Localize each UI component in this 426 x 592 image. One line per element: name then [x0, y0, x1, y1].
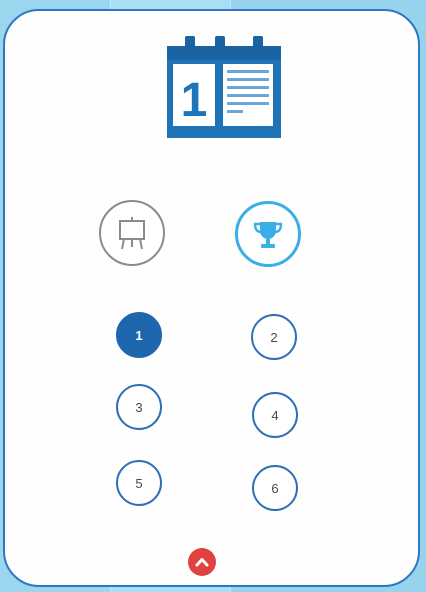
level-label: 6 [271, 480, 279, 496]
calendar-day-number: 1 [181, 74, 208, 127]
level-label: 5 [135, 475, 143, 491]
level-label: 2 [270, 329, 278, 345]
calendar-icon: 1 [167, 36, 281, 138]
level-button-3[interactable]: 3 [116, 384, 162, 430]
level-button-5[interactable]: 5 [116, 460, 162, 506]
lesson-mode-button[interactable] [99, 200, 165, 266]
level-button-1[interactable]: 1 [116, 312, 162, 358]
level-button-6[interactable]: 6 [252, 465, 298, 511]
level-label: 4 [271, 407, 279, 423]
trophy-icon [253, 222, 283, 248]
level-button-2[interactable]: 2 [251, 314, 297, 360]
chevron-up-icon [195, 558, 209, 567]
level-label: 3 [135, 399, 143, 415]
trophy-mode-button[interactable] [235, 201, 301, 267]
calendar-panel: 1 1 2 3 4 5 6 [3, 9, 420, 587]
level-button-4[interactable]: 4 [252, 392, 298, 438]
scroll-up-button[interactable] [188, 548, 216, 576]
easel-icon [119, 217, 145, 250]
level-label: 1 [135, 327, 143, 343]
